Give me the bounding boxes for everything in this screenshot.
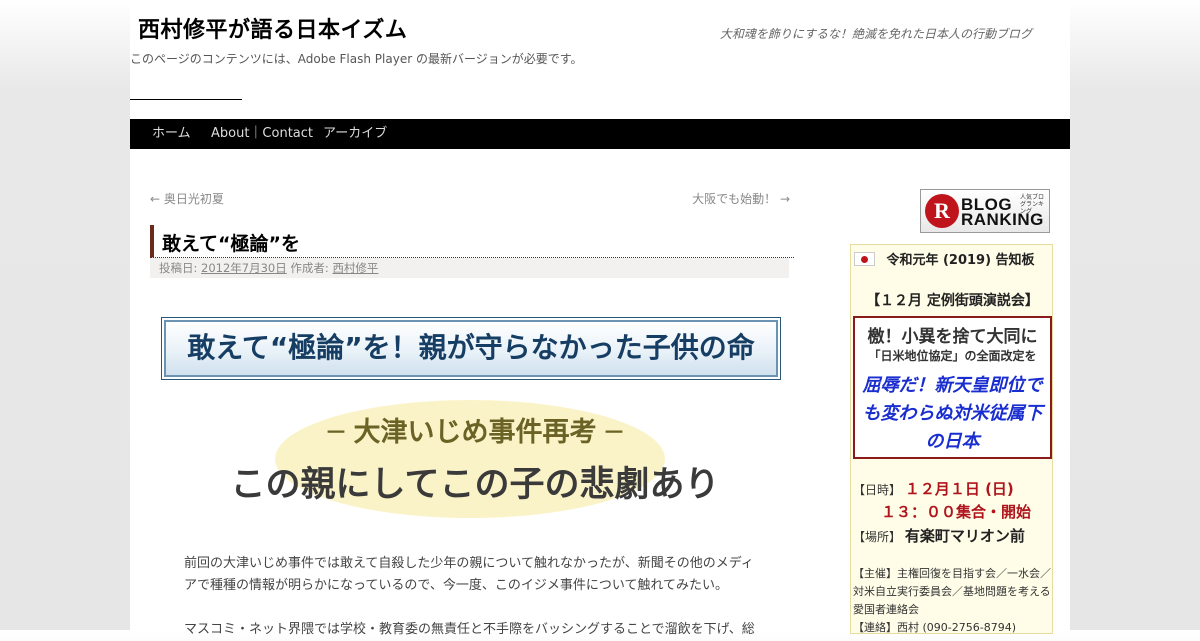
entry-title-box: 敢えて“極論”を (150, 225, 794, 258)
notice-date-row: 【日時】 １２月１日 (日) (853, 478, 1014, 499)
previous-post-link[interactable]: ← 奥日光初夏 (150, 190, 224, 207)
meta-author-label: 作成者: (290, 261, 329, 275)
main-nav: ホーム About｜Contact アーカイブ (130, 119, 1070, 149)
notice-place-row: 【場所】 有楽町マリオン前 (853, 525, 1025, 546)
place-label: 【場所】 (853, 530, 902, 544)
date-value: １２月１日 (日) (904, 480, 1014, 498)
entry-meta: 投稿日: 2012年7月30日 作成者: 西村修平 (150, 258, 789, 278)
next-post-link[interactable]: 大阪でも始動！ → (692, 190, 790, 207)
notice-title: 令和元年 (2019) 告知板 (886, 253, 1035, 268)
notice-slogan-box: 檄！小異を捨て大同に 「日米地位協定」の全面改定を 屈辱だ！新天皇即位でも変わら… (853, 316, 1052, 459)
article-banner-text: 敢えて“極論”を！親が守らなかった子供の命 (164, 320, 778, 377)
meta-posted-label: 投稿日: (159, 261, 198, 275)
notice-event: 【１２月 定例街頭演説会】 (866, 293, 1039, 309)
meta-author-link[interactable]: 西村修平 (332, 261, 378, 275)
article-subtitle: ─ 大津いじめ事件再考 ─ (327, 417, 623, 448)
site-description: 大和魂を飾りにするな！絶滅を免れた日本人の行動ブログ (719, 27, 1032, 41)
nav-archive[interactable]: アーカイブ (323, 119, 387, 149)
notice-board: 令和元年 (2019) 告知板 【１２月 定例街頭演説会】 檄！小異を捨て大同に… (850, 244, 1053, 634)
article-banner: 敢えて“極論”を！親が守らなかった子供の命 (161, 317, 781, 380)
entry-title: 敢えて“極論”を (162, 233, 301, 255)
blog-ranking-banner[interactable]: R BLOG RANKING 人気ブログランキング (920, 189, 1050, 233)
article-paragraph: マスコミ・ネット界隈では学校・教育委の無責任と不手際をバッシングすることで溜飲を… (184, 622, 755, 637)
page: 西村修平が語る日本イズム 大和魂を飾りにするな！絶滅を免れた日本人の行動ブログ … (130, 0, 1070, 637)
slogan-line2: 「日米地位協定」の全面改定を (868, 349, 1037, 363)
notice-sponsor: 【主催】主権回復を目指す会／一水会／対米自立実行委員会／基地問題を考える愛国者連… (853, 567, 1051, 616)
flash-notice: このページのコンテンツには、Adobe Flash Player の最新バージョ… (130, 52, 583, 66)
time-value: １３：００集合・開始 (881, 503, 1032, 521)
meta-date-link[interactable]: 2012年7月30日 (201, 261, 287, 275)
site-title[interactable]: 西村修平が語る日本イズム (138, 12, 407, 44)
ranking-logo-icon: R (925, 194, 959, 228)
place-value: 有楽町マリオン前 (904, 527, 1025, 545)
date-label: 【日時】 (853, 483, 902, 497)
ranking-small-label: 人気ブログランキング (1020, 194, 1045, 215)
nav-home[interactable]: ホーム (152, 119, 191, 149)
notice-time-row: １３：００集合・開始 (881, 501, 1031, 522)
slogan-line1: 檄！小異を捨て大同に (867, 327, 1038, 347)
article-headline: この親にしてこの子の悲劇あり (230, 465, 720, 505)
article-paragraph: 前回の大津いじめ事件では敢えて自殺した少年の親について触れなかったが、新聞その他… (184, 556, 754, 593)
nav-about-contact[interactable]: About｜Contact (211, 119, 313, 149)
slogan-line3: 屈辱だ！新天皇即位でも変わらぬ対米従属下の日本 (862, 375, 1043, 452)
notice-contact: 【連絡】西村 (090-2756-8794) (853, 621, 1017, 634)
header-divider (130, 99, 242, 100)
